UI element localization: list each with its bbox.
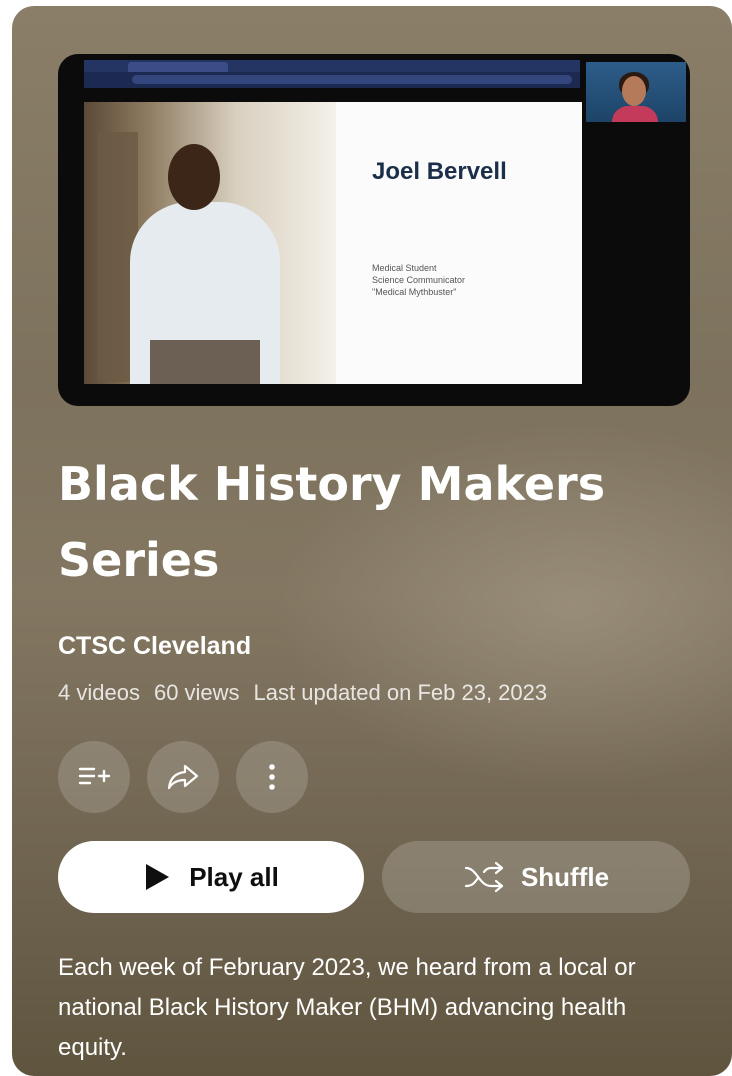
thumbnail-webcam (586, 62, 686, 122)
video-count: 4 videos (58, 680, 140, 705)
thumbnail-browser-bar (84, 60, 580, 88)
share-button[interactable] (147, 741, 219, 813)
share-icon (167, 764, 199, 790)
shuffle-label: Shuffle (520, 861, 610, 892)
playlist-description: Each week of February 2023, we heard fro… (58, 954, 636, 1061)
play-icon (146, 864, 170, 890)
more-options-button[interactable] (236, 741, 308, 813)
thumbnail-photo (84, 102, 336, 384)
thumbnail-slide: Joel Bervell Medical Student Science Com… (84, 102, 582, 384)
shuffle-icon (464, 861, 504, 893)
playlist-header-card: Joel Bervell Medical Student Science Com… (12, 6, 732, 1076)
shuffle-button[interactable]: Shuffle (382, 841, 690, 913)
playlist-title: Black History Makers Series (58, 457, 606, 587)
more-vert-icon (269, 764, 275, 790)
channel-name[interactable]: CTSC Cleveland (58, 632, 251, 661)
play-all-button[interactable]: Play all (58, 841, 364, 913)
view-count: 60 views (153, 680, 240, 705)
last-updated: Last updated on Feb 23, 2023 (253, 680, 548, 705)
playlist-meta: 4 videos 60 views Last updated on Feb 23, … (58, 680, 561, 706)
add-to-queue-button[interactable] (58, 741, 130, 813)
add-to-queue-icon (78, 767, 111, 785)
playlist-thumbnail[interactable]: Joel Bervell Medical Student Science Com… (58, 54, 690, 406)
slide-speaker-name: Joel Bervell (372, 158, 507, 185)
slide-speaker-details: Medical Student Science Communicator "Me… (372, 263, 466, 297)
play-all-label: Play all (189, 861, 279, 892)
